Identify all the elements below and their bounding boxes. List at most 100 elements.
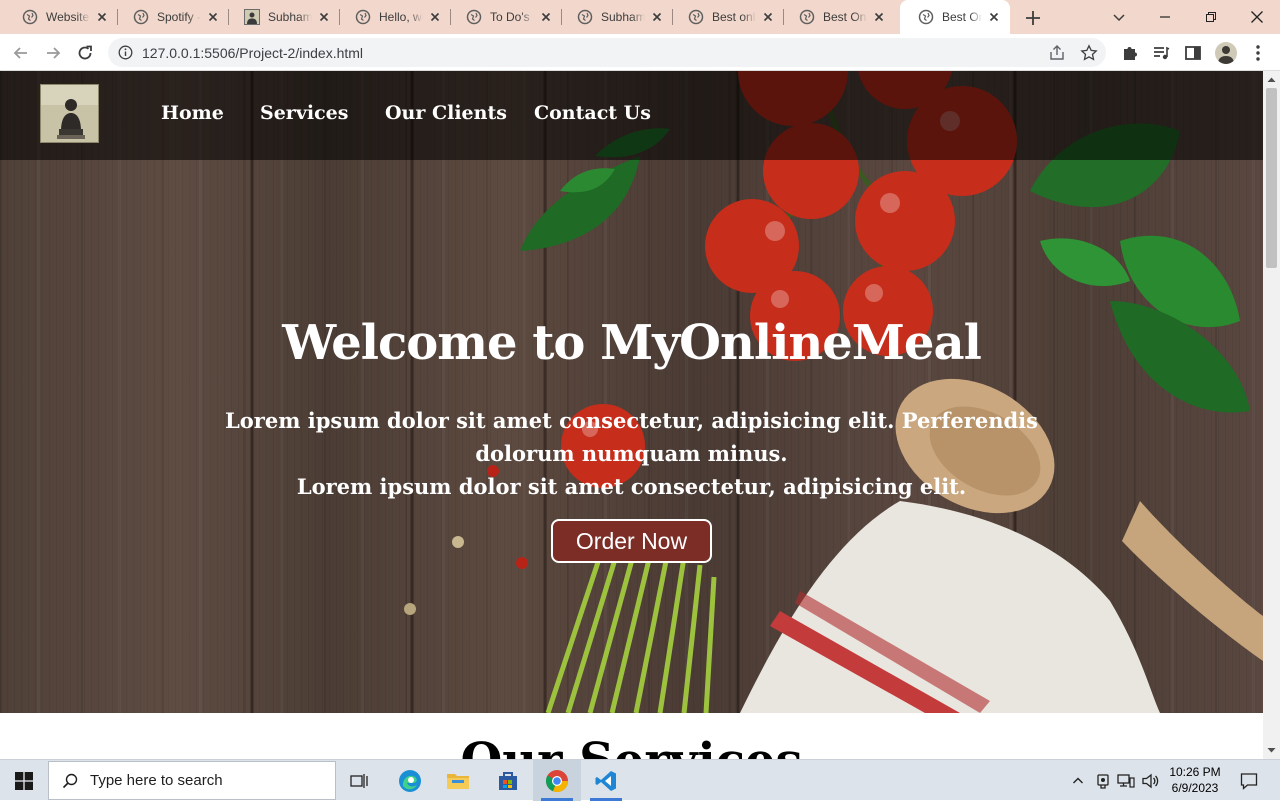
- tray-network[interactable]: [1116, 760, 1136, 801]
- taskbar-search-box[interactable]: Type here to search: [48, 761, 336, 800]
- tab-title: Best onli: [712, 10, 756, 24]
- close-tab-icon[interactable]: [649, 9, 665, 25]
- close-window-button[interactable]: [1234, 0, 1280, 34]
- tab-title: Subham: [268, 10, 312, 24]
- windows-logo-icon: [15, 771, 33, 790]
- reload-icon: [78, 45, 92, 60]
- scroll-down-icon[interactable]: [1267, 746, 1276, 755]
- extensions-button[interactable]: [1120, 43, 1140, 63]
- browser-tab-active[interactable]: Best Onl: [900, 0, 1010, 34]
- reload-button[interactable]: [72, 40, 98, 66]
- nav-link-services[interactable]: Services: [260, 102, 348, 124]
- scroll-up-icon[interactable]: [1267, 75, 1276, 84]
- browser-tab[interactable]: Best Onl: [781, 4, 895, 30]
- clock-time: 10:26 PM: [1169, 765, 1221, 779]
- taskbar-store[interactable]: [484, 760, 532, 801]
- restore-button[interactable]: [1188, 0, 1234, 34]
- task-view-button[interactable]: [336, 760, 384, 801]
- action-center-button[interactable]: [1234, 760, 1264, 801]
- tray-volume[interactable]: [1140, 760, 1162, 801]
- globe-icon: [355, 9, 371, 25]
- close-tab-icon[interactable]: [986, 9, 1002, 25]
- speaker-icon: [1142, 773, 1159, 788]
- taskbar-clock[interactable]: 10:26 PM 6/9/2023: [1166, 764, 1224, 796]
- taskbar-chrome[interactable]: [533, 760, 581, 801]
- browser-tab[interactable]: Best onli: [670, 4, 784, 30]
- restore-icon: [1206, 12, 1216, 22]
- tab-title: Website: [46, 10, 90, 24]
- close-tab-icon[interactable]: [316, 9, 332, 25]
- scrollbar-thumb[interactable]: [1266, 88, 1277, 268]
- close-tab-icon[interactable]: [538, 9, 554, 25]
- browser-tab[interactable]: Website: [4, 4, 118, 30]
- site-logo[interactable]: [40, 84, 99, 143]
- order-now-button[interactable]: Order Now: [551, 519, 712, 563]
- network-icon: [1117, 773, 1135, 788]
- avatar-icon: [1218, 46, 1234, 64]
- close-icon: [1251, 11, 1263, 23]
- taskbar-vscode[interactable]: [582, 760, 630, 801]
- arrow-right-icon: [47, 47, 61, 59]
- search-placeholder: Type here to search: [90, 772, 223, 789]
- media-control-button[interactable]: [1151, 43, 1171, 63]
- file-explorer-icon: [447, 773, 469, 789]
- logo-photo-icon: [41, 85, 98, 142]
- chrome-icon: [545, 769, 569, 792]
- browser-tab[interactable]: Hello, wo: [337, 4, 451, 30]
- close-tab-icon[interactable]: [94, 9, 110, 25]
- tray-show-hidden[interactable]: [1068, 760, 1088, 801]
- tab-title: Hello, wo: [379, 10, 423, 24]
- tab-search-button[interactable]: [1096, 0, 1142, 34]
- bookmark-star-icon[interactable]: [1080, 44, 1098, 62]
- forward-button[interactable]: [40, 40, 66, 66]
- nav-link-home[interactable]: Home: [161, 102, 224, 124]
- share-icon[interactable]: [1048, 44, 1066, 62]
- tab-title: To Do's l: [490, 10, 534, 24]
- page-scrollbar[interactable]: [1263, 71, 1280, 759]
- more-vertical-icon: [1256, 45, 1260, 61]
- browser-tab[interactable]: Subham: [559, 4, 673, 30]
- browser-tab[interactable]: Subham: [226, 4, 340, 30]
- browser-tab[interactable]: Spotify -: [115, 4, 229, 30]
- globe-icon: [799, 9, 815, 25]
- profile-photo-icon: [244, 9, 260, 25]
- close-tab-icon[interactable]: [205, 9, 221, 25]
- hero-paragraph: Lorem ipsum dolor sit amet consectetur, …: [225, 408, 1038, 466]
- close-tab-icon[interactable]: [760, 9, 776, 25]
- side-panel-button[interactable]: [1183, 43, 1203, 63]
- edge-icon: [399, 769, 421, 792]
- taskbar-edge[interactable]: [386, 760, 434, 801]
- playlist-icon: [1154, 46, 1170, 60]
- chevron-up-icon: [1073, 777, 1083, 783]
- browser-menu-button[interactable]: [1248, 43, 1268, 63]
- nav-link-our-clients[interactable]: Our Clients: [385, 102, 507, 124]
- close-tab-icon[interactable]: [871, 9, 887, 25]
- tab-title: Spotify -: [157, 10, 201, 24]
- back-button[interactable]: [8, 40, 34, 66]
- start-button[interactable]: [0, 760, 48, 801]
- tab-title: Best Onl: [942, 10, 982, 24]
- services-heading: Our Services: [0, 733, 1263, 759]
- globe-icon: [577, 9, 593, 25]
- url-text[interactable]: 127.0.0.1:5506/Project-2/index.html: [142, 45, 363, 61]
- tray-device[interactable]: [1094, 760, 1112, 801]
- globe-icon: [918, 9, 934, 25]
- vscode-icon: [595, 770, 616, 791]
- nav-link-contact-us[interactable]: Contact Us: [534, 102, 651, 124]
- info-icon[interactable]: [118, 45, 133, 60]
- minimize-icon: [1160, 16, 1170, 18]
- close-tab-icon[interactable]: [427, 9, 443, 25]
- arrow-left-icon: [13, 47, 27, 59]
- hero-paragraph-2: Lorem ipsum dolor sit amet consectetur, …: [296, 474, 967, 499]
- puzzle-icon: [1124, 47, 1137, 60]
- profile-avatar[interactable]: [1215, 42, 1237, 64]
- browser-tab[interactable]: To Do's l: [448, 4, 562, 30]
- minimize-button[interactable]: [1142, 0, 1188, 34]
- new-tab-icon[interactable]: [1022, 7, 1044, 29]
- store-icon: [499, 771, 517, 790]
- notification-icon: [1240, 772, 1258, 790]
- taskbar-file-explorer[interactable]: [434, 760, 482, 801]
- hero-section: Home Services Our Clients Contact Us Wel…: [0, 71, 1263, 713]
- address-bar[interactable]: 127.0.0.1:5506/Project-2/index.html: [108, 38, 1106, 67]
- chevron-down-icon: [1113, 14, 1125, 22]
